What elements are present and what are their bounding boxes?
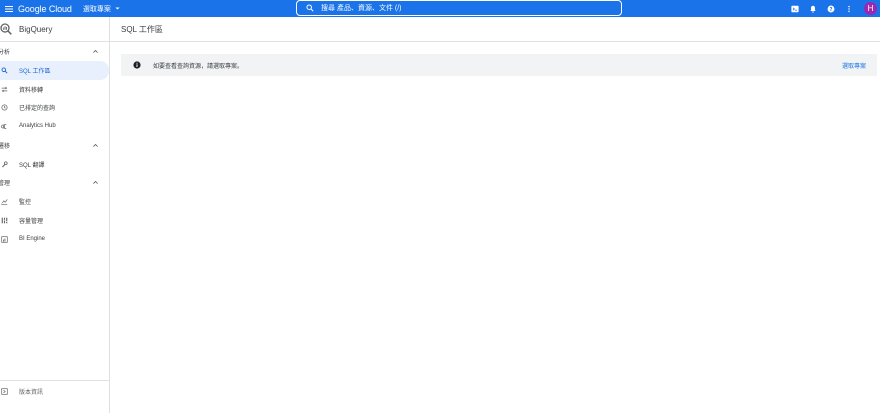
hub-icon [0, 123, 19, 130]
sidebar-item-monitoring[interactable]: 監控 [0, 192, 109, 211]
wrench-icon [0, 161, 19, 168]
monitoring-icon [0, 198, 19, 205]
info-banner: 如要查看查詢資源，請選取專案。 選取專案 [121, 54, 877, 76]
chevron-up-icon [93, 49, 98, 53]
project-picker[interactable]: 選取專案 [83, 4, 121, 14]
chevron-up-icon [93, 181, 98, 185]
search-placeholder: 搜尋 產品、資源、文件 (/) [321, 5, 402, 12]
chevron-down-icon [115, 7, 120, 10]
sidebar-item-scheduled-queries[interactable]: 已排定的查詢 [0, 98, 109, 117]
menu-icon[interactable] [0, 0, 17, 17]
chevron-up-icon [93, 143, 98, 147]
sidebar-item-sql-translation[interactable]: SQL 翻譯 [0, 155, 109, 174]
select-project-button[interactable]: 選取專案 [842, 61, 866, 70]
sidebar-item-label: Analytics Hub [19, 123, 56, 130]
sidebar-item-data-transfers[interactable]: 資料移轉 [0, 80, 109, 99]
sidebar-item-label: 已排定的查詢 [19, 106, 56, 113]
sidebar-header: BigQuery [0, 17, 109, 42]
section-label: 分析 [0, 50, 11, 56]
top-app-bar: Google Cloud 選取專案 搜尋 產品、資源、文件 (/) ? H [0, 0, 880, 17]
schedule-icon [0, 104, 19, 111]
more-vert-icon[interactable] [840, 0, 858, 17]
sidebar: BigQuery 分析 SQL 工作區 資料移轉 已排定的查詢 Analytic… [0, 17, 110, 413]
page-title: SQL 工作區 [110, 17, 880, 42]
sidebar-item-label: SQL 翻譯 [19, 162, 45, 169]
sidebar-item-label: 容量管理 [19, 218, 44, 225]
section-header-analysis[interactable]: 分析 [0, 42, 109, 61]
avatar[interactable]: H [864, 2, 877, 15]
release-notes-link[interactable]: 版本資訊 [0, 380, 109, 401]
sidebar-item-capacity-management[interactable]: 容量管理 [0, 211, 109, 230]
section-header-administration[interactable]: 管理 [0, 173, 109, 192]
svg-text:?: ? [829, 6, 832, 12]
bigquery-logo-icon [0, 23, 12, 35]
release-notes-label: 版本資訊 [19, 389, 44, 396]
sidebar-item-analytics-hub[interactable]: Analytics Hub [0, 117, 109, 136]
info-icon [133, 61, 141, 69]
help-icon[interactable]: ? [822, 0, 840, 17]
google-cloud-logo[interactable]: Google Cloud [18, 4, 72, 14]
search-icon [0, 67, 19, 74]
capacity-icon [0, 217, 19, 224]
sidebar-item-sql-workspace[interactable]: SQL 工作區 [0, 61, 109, 80]
release-notes-icon [0, 387, 19, 395]
sidebar-item-label: 資料移轉 [19, 87, 44, 94]
section-label: 遷移 [0, 143, 11, 150]
section-label: 管理 [0, 181, 11, 188]
project-picker-label: 選取專案 [82, 5, 111, 13]
sidebar-item-label: SQL 工作區 [19, 68, 51, 75]
bi-engine-icon [0, 236, 19, 243]
sidebar-item-label: 監控 [19, 200, 32, 207]
search-icon [306, 4, 314, 12]
search-bar[interactable]: 搜尋 產品、資源、文件 (/) [296, 0, 622, 16]
transfer-icon [0, 86, 19, 93]
sidebar-item-bi-engine[interactable]: BI Engine [0, 230, 109, 249]
product-title: BigQuery [19, 24, 53, 34]
main-content: SQL 工作區 如要查看查詢資源，請選取專案。 選取專案 [110, 17, 880, 413]
banner-message: 如要查看查詢資源，請選取專案。 [153, 63, 244, 70]
section-header-migration[interactable]: 遷移 [0, 136, 109, 155]
cloud-shell-icon[interactable] [786, 0, 804, 17]
notifications-icon[interactable] [804, 0, 822, 17]
sidebar-item-label: BI Engine [19, 236, 46, 243]
